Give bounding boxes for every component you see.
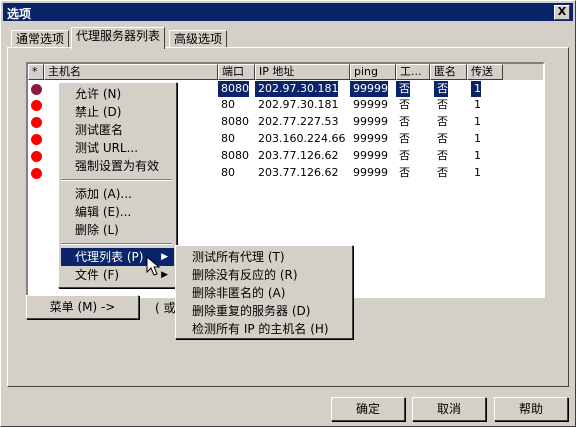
anon-cell: 否 bbox=[437, 132, 448, 145]
menu-item-proxy-list-label: 代理列表 (P) bbox=[75, 250, 144, 264]
transfer-cell: 1 bbox=[471, 81, 481, 97]
menu-button[interactable]: 菜单 (M) -> bbox=[26, 295, 139, 319]
menu-item-delete[interactable]: 删除 (L) bbox=[61, 221, 174, 239]
menu-item-test-anonymous[interactable]: 测试匿名 bbox=[61, 121, 174, 139]
ip-cell: 203.160.224.66 bbox=[258, 132, 346, 145]
work-cell: 否 bbox=[399, 115, 410, 128]
ping-cell: 99999 bbox=[353, 149, 388, 162]
tab-advanced[interactable]: 高级选项 bbox=[169, 30, 228, 48]
menu-item-add[interactable]: 添加 (A)... bbox=[61, 185, 174, 203]
col-transfer[interactable]: 传送 bbox=[467, 64, 503, 80]
port-cell: 80 bbox=[221, 98, 235, 111]
list-header: * 主机名 端口 IP 地址 ping 工... 匿名 传送 bbox=[28, 64, 543, 80]
col-port[interactable]: 端口 bbox=[218, 64, 255, 80]
port-cell: 8080 bbox=[221, 149, 249, 162]
menu-item-edit[interactable]: 编辑 (E)... bbox=[61, 203, 174, 221]
close-button[interactable]: X bbox=[554, 5, 570, 20]
col-ip[interactable]: IP 地址 bbox=[255, 64, 350, 80]
ip-cell: 202.77.227.53 bbox=[258, 115, 339, 128]
status-icon bbox=[31, 151, 42, 162]
col-hostname[interactable]: 主机名 bbox=[44, 64, 218, 80]
tab-proxy-list[interactable]: 代理服务器列表 bbox=[71, 27, 166, 49]
anon-cell: 否 bbox=[437, 115, 448, 128]
options-dialog: 选项 X 通常选项 代理服务器列表 高级选项 * 主机名 端口 IP 地址 pi… bbox=[0, 0, 576, 427]
ping-cell: 99999 bbox=[353, 132, 388, 145]
status-icon bbox=[31, 134, 42, 145]
port-cell: 8080 bbox=[218, 81, 249, 97]
menu-item-disable[interactable]: 禁止 (D) bbox=[61, 103, 174, 121]
menu-item-test-url[interactable]: 测试 URL... bbox=[61, 139, 174, 157]
ping-cell: 99999 bbox=[353, 115, 388, 128]
work-cell: 否 bbox=[396, 81, 410, 97]
proxy-list-submenu: 测试所有代理 (T) 删除没有反应的 (R) 删除非匿名的 (A) 删除重复的服… bbox=[175, 245, 353, 339]
ping-cell: 99999 bbox=[353, 166, 388, 179]
ip-cell: 202.97.30.181 bbox=[258, 98, 339, 111]
menu-separator bbox=[61, 243, 172, 245]
col-status[interactable]: * bbox=[28, 64, 44, 80]
transfer-cell: 1 bbox=[474, 98, 481, 111]
menu-item-force-valid[interactable]: 强制设置为有效 bbox=[61, 157, 174, 175]
transfer-cell: 1 bbox=[474, 115, 481, 128]
cancel-button[interactable]: 取消 bbox=[412, 397, 486, 421]
status-icon bbox=[31, 100, 42, 111]
transfer-cell: 1 bbox=[474, 132, 481, 145]
port-cell: 80 bbox=[221, 166, 235, 179]
ip-cell: 203.77.126.62 bbox=[258, 166, 339, 179]
port-cell: 80 bbox=[221, 132, 235, 145]
work-cell: 否 bbox=[399, 98, 410, 111]
transfer-cell: 1 bbox=[474, 149, 481, 162]
mouse-pointer-icon bbox=[146, 256, 161, 276]
menu-item-allow[interactable]: 允许 (N) bbox=[61, 85, 174, 103]
submenu-item-delete-unresponsive[interactable]: 删除没有反应的 (R) bbox=[178, 266, 350, 284]
work-cell: 否 bbox=[399, 166, 410, 179]
work-cell: 否 bbox=[399, 149, 410, 162]
work-cell: 否 bbox=[399, 132, 410, 145]
anon-cell: 否 bbox=[437, 166, 448, 179]
title-bar[interactable]: 选项 X bbox=[3, 3, 573, 21]
help-button[interactable]: 帮助 bbox=[494, 397, 568, 421]
ip-cell: 202.97.30.181 bbox=[255, 81, 339, 97]
port-cell: 8080 bbox=[221, 115, 249, 128]
ping-cell: 99999 bbox=[353, 98, 388, 111]
transfer-cell: 1 bbox=[474, 166, 481, 179]
ok-button[interactable]: 确定 bbox=[331, 397, 405, 421]
status-icon bbox=[31, 168, 42, 179]
col-work[interactable]: 工... bbox=[396, 64, 430, 80]
window-title: 选项 bbox=[7, 7, 32, 21]
menu-item-file-label: 文件 (F) bbox=[75, 268, 120, 282]
status-icon bbox=[31, 117, 42, 128]
anon-cell: 否 bbox=[434, 81, 448, 97]
submenu-item-test-all[interactable]: 测试所有代理 (T) bbox=[178, 248, 350, 266]
col-ping[interactable]: ping bbox=[350, 64, 396, 80]
status-icon bbox=[31, 84, 42, 95]
menu-separator bbox=[61, 179, 172, 181]
anon-cell: 否 bbox=[437, 149, 448, 162]
anon-cell: 否 bbox=[437, 98, 448, 111]
ip-cell: 203.77.126.62 bbox=[258, 149, 339, 162]
submenu-item-delete-duplicates[interactable]: 删除重复的服务器 (D) bbox=[178, 302, 350, 320]
ping-cell: 99999 bbox=[350, 81, 388, 97]
submenu-item-check-hostnames[interactable]: 检测所有 IP 的主机名 (H) bbox=[178, 320, 350, 338]
col-anonymous[interactable]: 匿名 bbox=[430, 64, 467, 80]
tab-general[interactable]: 通常选项 bbox=[11, 30, 70, 48]
submenu-item-delete-non-anonymous[interactable]: 删除非匿名的 (A) bbox=[178, 284, 350, 302]
partial-hint-text: ( 或 bbox=[155, 301, 176, 315]
